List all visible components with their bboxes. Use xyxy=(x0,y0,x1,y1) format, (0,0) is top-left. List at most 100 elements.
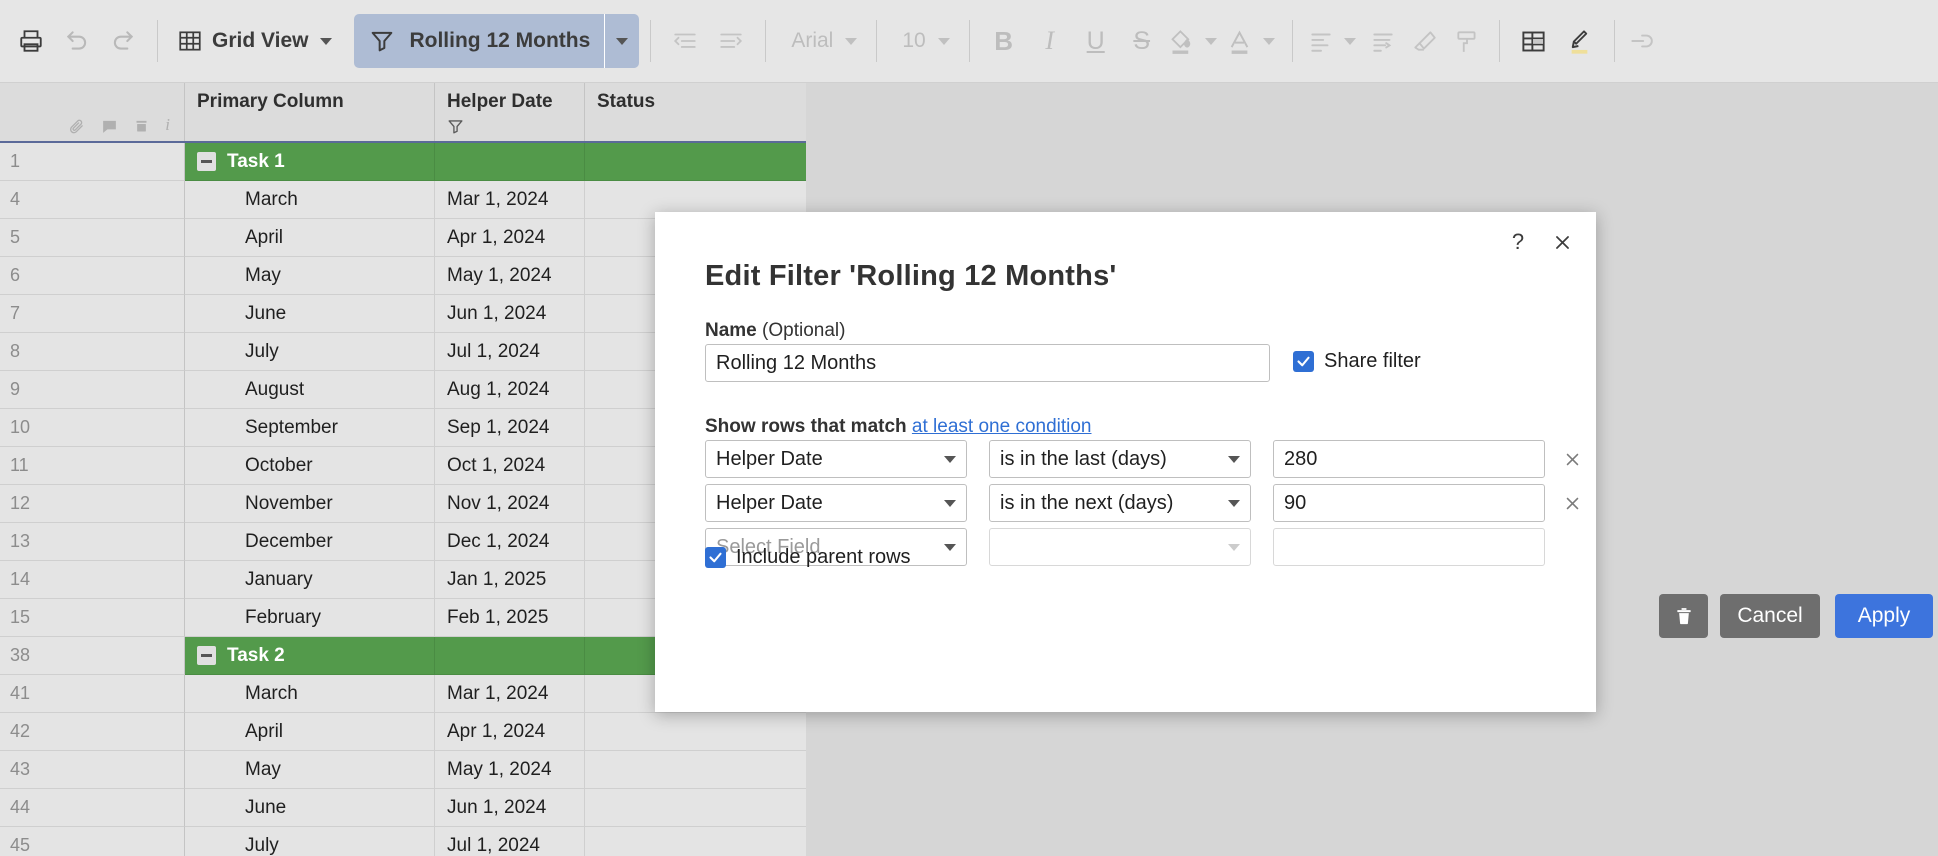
fill-color-dropdown[interactable] xyxy=(1199,16,1223,66)
cell-helper-date[interactable]: Aug 1, 2024 xyxy=(435,371,585,409)
column-header-helper-date[interactable]: Helper Date xyxy=(435,83,585,141)
undo-icon[interactable] xyxy=(54,16,100,66)
cell-primary-column[interactable]: Task 1 xyxy=(185,143,435,181)
strikethrough-button[interactable]: S xyxy=(1119,16,1165,66)
cell-helper-date[interactable]: Oct 1, 2024 xyxy=(435,447,585,485)
link-icon[interactable] xyxy=(1626,16,1656,66)
wrap-text-button[interactable] xyxy=(1362,16,1404,66)
increase-indent-icon[interactable] xyxy=(708,16,754,66)
cell-helper-date[interactable]: Feb 1, 2025 xyxy=(435,599,585,637)
cell-helper-date[interactable]: Dec 1, 2024 xyxy=(435,523,585,561)
attachment-icon[interactable] xyxy=(68,118,85,135)
table-row[interactable]: 44 June Jun 1, 2024 xyxy=(0,789,806,827)
cell-status[interactable] xyxy=(585,789,806,827)
comment-icon[interactable] xyxy=(101,118,118,135)
cell-primary-column[interactable]: Task 2 xyxy=(185,637,435,675)
active-filter-chip[interactable]: Rolling 12 Months xyxy=(354,14,640,68)
cell-primary-column[interactable]: April xyxy=(185,713,435,751)
fill-color-button[interactable] xyxy=(1165,16,1199,66)
condition-value-input-1[interactable] xyxy=(1273,440,1545,478)
checkbox-checked-icon[interactable] xyxy=(1293,351,1314,372)
checkbox-checked-icon[interactable] xyxy=(705,547,726,568)
cell-helper-date[interactable]: Jan 1, 2025 xyxy=(435,561,585,599)
cell-primary-column[interactable]: March xyxy=(185,675,435,713)
cell-primary-column[interactable]: June xyxy=(185,789,435,827)
bold-button[interactable]: B xyxy=(981,16,1027,66)
collapse-toggle-icon[interactable] xyxy=(197,646,216,665)
remove-condition-icon-1[interactable] xyxy=(1560,447,1584,471)
italic-button[interactable]: I xyxy=(1027,16,1073,66)
print-icon[interactable] xyxy=(8,16,54,66)
condition-operator-select-2[interactable]: is in the next (days) xyxy=(989,484,1251,522)
condition-value-input-2[interactable] xyxy=(1273,484,1545,522)
include-parent-rows-row[interactable]: Include parent rows xyxy=(705,546,911,569)
cell-status[interactable] xyxy=(585,827,806,856)
cell-helper-date[interactable]: Mar 1, 2024 xyxy=(435,675,585,713)
column-filter-icon[interactable] xyxy=(446,117,465,136)
cell-helper-date[interactable]: Jun 1, 2024 xyxy=(435,295,585,333)
help-icon[interactable]: ? xyxy=(1504,228,1532,256)
cell-primary-column[interactable]: May xyxy=(185,751,435,789)
cell-helper-date[interactable]: Nov 1, 2024 xyxy=(435,485,585,523)
font-family-selector[interactable]: Arial xyxy=(777,15,865,67)
cell-primary-column[interactable]: April xyxy=(185,219,435,257)
cell-primary-column[interactable]: September xyxy=(185,409,435,447)
cell-status[interactable] xyxy=(585,713,806,751)
table-row[interactable]: 1 Task 1 xyxy=(0,143,806,181)
delete-filter-button[interactable] xyxy=(1659,594,1708,638)
cell-primary-column[interactable]: July xyxy=(185,333,435,371)
cell-helper-date[interactable]: Apr 1, 2024 xyxy=(435,713,585,751)
text-color-button[interactable] xyxy=(1223,16,1257,66)
cell-helper-date[interactable]: May 1, 2024 xyxy=(435,257,585,295)
cell-helper-date[interactable]: Jul 1, 2024 xyxy=(435,333,585,371)
cell-primary-column[interactable]: January xyxy=(185,561,435,599)
cell-primary-column[interactable]: June xyxy=(185,295,435,333)
condition-field-select-1[interactable]: Helper Date xyxy=(705,440,967,478)
match-condition-link[interactable]: at least one condition xyxy=(912,416,1092,437)
clear-formatting-button[interactable] xyxy=(1404,16,1446,66)
cell-primary-column[interactable]: February xyxy=(185,599,435,637)
cell-status[interactable] xyxy=(585,143,806,181)
cell-helper-date[interactable] xyxy=(435,143,585,181)
font-size-selector[interactable]: 10 xyxy=(888,15,957,67)
format-painter-button[interactable] xyxy=(1446,16,1488,66)
underline-button[interactable]: U xyxy=(1073,16,1119,66)
column-header-primary[interactable]: Primary Column xyxy=(185,83,435,141)
share-filter-checkbox-row[interactable]: Share filter xyxy=(1293,350,1421,373)
cell-primary-column[interactable]: October xyxy=(185,447,435,485)
apply-button[interactable]: Apply xyxy=(1835,594,1933,638)
condition-field-select-2[interactable]: Helper Date xyxy=(705,484,967,522)
cell-primary-column[interactable]: November xyxy=(185,485,435,523)
cell-helper-date[interactable]: May 1, 2024 xyxy=(435,751,585,789)
condition-operator-select-1[interactable]: is in the last (days) xyxy=(989,440,1251,478)
align-dropdown[interactable] xyxy=(1338,16,1362,66)
table-borders-button[interactable] xyxy=(1511,16,1557,66)
cell-primary-column[interactable]: July xyxy=(185,827,435,856)
view-selector[interactable]: Grid View xyxy=(169,15,340,67)
cell-status[interactable] xyxy=(585,751,806,789)
cell-primary-column[interactable]: August xyxy=(185,371,435,409)
filter-name-input[interactable] xyxy=(705,344,1270,382)
table-row[interactable]: 43 May May 1, 2024 xyxy=(0,751,806,789)
cell-primary-column[interactable]: March xyxy=(185,181,435,219)
filter-dropdown-button[interactable] xyxy=(605,37,639,45)
cell-primary-column[interactable]: May xyxy=(185,257,435,295)
text-color-dropdown[interactable] xyxy=(1257,16,1281,66)
row-info-icon[interactable]: i xyxy=(165,115,170,135)
cell-helper-date[interactable]: Jul 1, 2024 xyxy=(435,827,585,856)
cell-helper-date[interactable]: Sep 1, 2024 xyxy=(435,409,585,447)
remove-condition-icon-2[interactable] xyxy=(1560,491,1584,515)
cell-helper-date[interactable]: Jun 1, 2024 xyxy=(435,789,585,827)
cell-helper-date[interactable]: Mar 1, 2024 xyxy=(435,181,585,219)
cell-primary-column[interactable]: December xyxy=(185,523,435,561)
cancel-button[interactable]: Cancel xyxy=(1720,594,1820,638)
cell-helper-date[interactable]: Apr 1, 2024 xyxy=(435,219,585,257)
decrease-indent-icon[interactable] xyxy=(662,16,708,66)
align-left-button[interactable] xyxy=(1304,16,1338,66)
proof-icon[interactable] xyxy=(134,118,149,135)
highlighter-button[interactable] xyxy=(1557,16,1603,66)
column-header-status[interactable]: Status xyxy=(585,83,806,141)
table-row[interactable]: 42 April Apr 1, 2024 xyxy=(0,713,806,751)
close-icon[interactable] xyxy=(1548,228,1576,256)
redo-icon[interactable] xyxy=(100,16,146,66)
